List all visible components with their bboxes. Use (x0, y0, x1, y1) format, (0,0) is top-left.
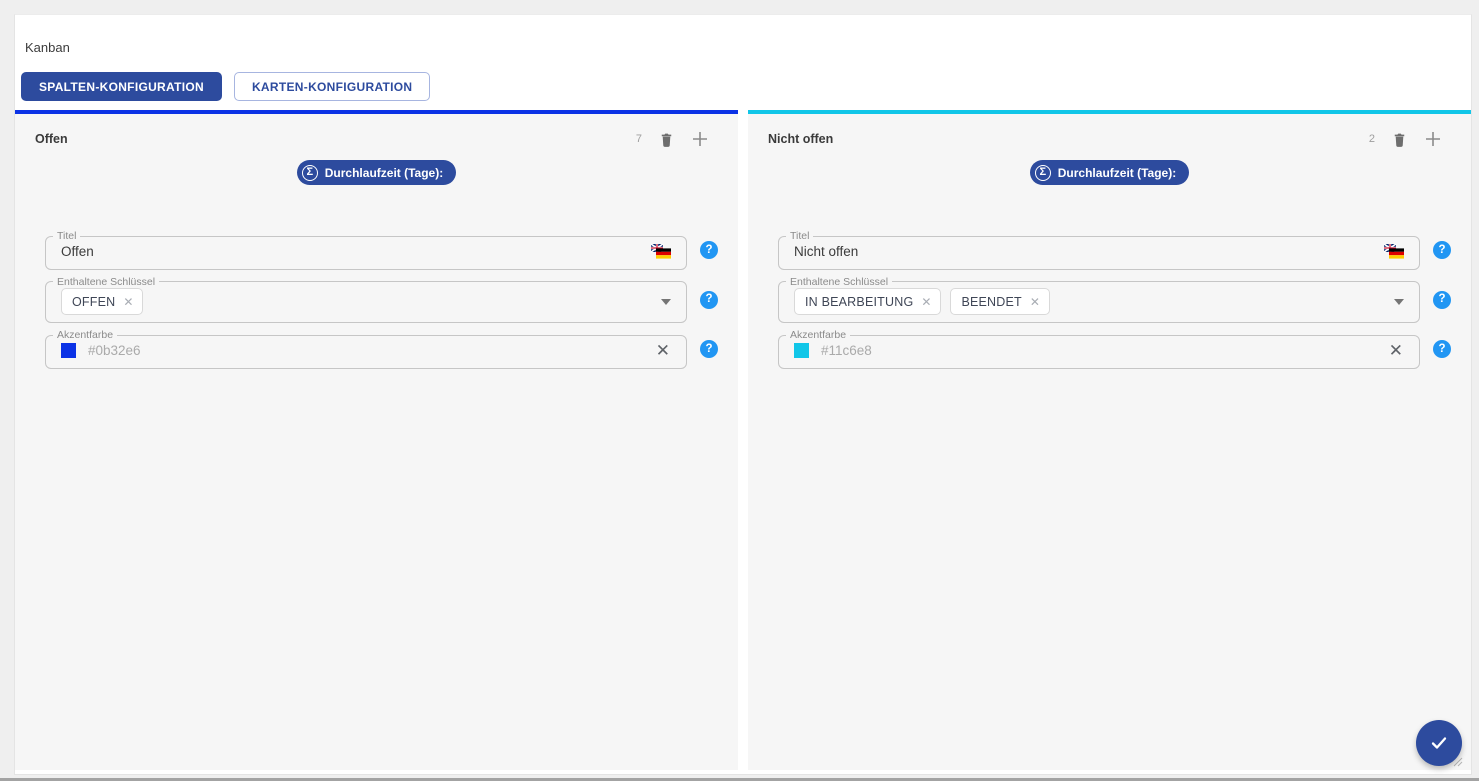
badge-row: Σ Durchlaufzeit (Tage): (15, 160, 738, 185)
delete-column-button[interactable] (654, 127, 678, 151)
akzentfarbe-label: Akzentfarbe (53, 330, 117, 341)
chip-remove-icon[interactable]: ✕ (123, 296, 133, 308)
titel-input[interactable] (794, 244, 1376, 259)
save-fab[interactable] (1416, 720, 1462, 766)
clear-color-icon[interactable]: ✕ (1388, 342, 1404, 359)
akzentfarbe-input[interactable] (821, 343, 1380, 358)
key-chips: IN BEARBEITUNG ✕ BEENDET ✕ (794, 288, 1386, 315)
titel-field[interactable]: Titel (778, 231, 1420, 270)
schluessel-field-row: Enthaltene Schlüssel OFFEN ✕ ? (45, 277, 718, 324)
schluessel-label: Enthaltene Schlüssel (786, 277, 892, 288)
color-swatch[interactable] (794, 343, 809, 358)
schluessel-help-icon[interactable]: ? (1433, 291, 1451, 309)
german-flag-icon[interactable] (651, 244, 671, 259)
cycle-time-badge-label: Durchlaufzeit (Tage): (1058, 166, 1176, 180)
key-chip[interactable]: IN BEARBEITUNG ✕ (794, 288, 941, 315)
plus-icon (690, 129, 710, 149)
chip-label: BEENDET (961, 295, 1021, 309)
chip-remove-icon[interactable]: ✕ (921, 296, 931, 308)
sigma-icon: Σ (302, 165, 318, 181)
schluessel-field[interactable]: Enthaltene Schlüssel OFFEN ✕ (45, 277, 687, 324)
column-count: 7 (636, 133, 642, 145)
akzentfarbe-field-row: Akzentfarbe ✕ ? (45, 330, 718, 369)
akzentfarbe-field[interactable]: Akzentfarbe ✕ (45, 330, 687, 369)
add-column-button[interactable] (688, 127, 712, 151)
column-actions: 2 (1369, 127, 1445, 151)
column-header: Nicht offen 2 (748, 114, 1471, 151)
chip-label: OFFEN (72, 295, 115, 309)
main-panel: Kanban SPALTEN-KONFIGURATION KARTEN-KONF… (14, 14, 1472, 775)
key-chip[interactable]: BEENDET ✕ (950, 288, 1050, 315)
clear-color-icon[interactable]: ✕ (655, 342, 671, 359)
color-swatch[interactable] (61, 343, 76, 358)
tab-spalten-konfiguration[interactable]: SPALTEN-KONFIGURATION (21, 72, 222, 101)
tab-karten-konfiguration[interactable]: KARTEN-KONFIGURATION (234, 72, 430, 101)
titel-help-icon[interactable]: ? (700, 241, 718, 259)
akzentfarbe-help-icon[interactable]: ? (700, 340, 718, 358)
cycle-time-badge: Σ Durchlaufzeit (Tage): (1030, 160, 1189, 185)
schluessel-label: Enthaltene Schlüssel (53, 277, 159, 288)
cycle-time-badge: Σ Durchlaufzeit (Tage): (297, 160, 456, 185)
page-title: Kanban (15, 15, 1471, 54)
sigma-icon: Σ (1035, 165, 1051, 181)
titel-field-row: Titel (778, 231, 1451, 270)
cycle-time-badge-label: Durchlaufzeit (Tage): (325, 166, 443, 180)
kanban-column: Offen 7 Σ Durchlaufzeit (Tage): (15, 110, 738, 770)
akzentfarbe-label: Akzentfarbe (786, 330, 850, 341)
plus-icon (1423, 129, 1443, 149)
badge-row: Σ Durchlaufzeit (Tage): (748, 160, 1471, 185)
column-fields: Titel (748, 185, 1471, 376)
tab-bar: SPALTEN-KONFIGURATION KARTEN-KONFIGURATI… (15, 54, 1471, 101)
key-chip[interactable]: OFFEN ✕ (61, 288, 143, 315)
titel-label: Titel (53, 231, 80, 242)
check-icon (1428, 732, 1450, 754)
columns-container: Offen 7 Σ Durchlaufzeit (Tage): (15, 110, 1471, 770)
chip-label: IN BEARBEITUNG (805, 295, 913, 309)
trash-icon (657, 130, 676, 149)
chevron-down-icon[interactable] (1394, 299, 1404, 305)
titel-field-row: Titel (45, 231, 718, 270)
column-title: Offen (35, 132, 68, 146)
titel-field[interactable]: Titel (45, 231, 687, 270)
titel-input[interactable] (61, 244, 643, 259)
chip-remove-icon[interactable]: ✕ (1030, 296, 1040, 308)
column-fields: Titel (15, 185, 738, 376)
delete-column-button[interactable] (1387, 127, 1411, 151)
schluessel-help-icon[interactable]: ? (700, 291, 718, 309)
schluessel-field[interactable]: Enthaltene Schlüssel IN BEARBEITUNG✕BEEN… (778, 277, 1420, 324)
chevron-down-icon[interactable] (661, 299, 671, 305)
titel-label: Titel (786, 231, 813, 242)
column-header: Offen 7 (15, 114, 738, 151)
column-count: 2 (1369, 133, 1375, 145)
schluessel-field-row: Enthaltene Schlüssel IN BEARBEITUNG✕BEEN… (778, 277, 1451, 324)
akzentfarbe-input[interactable] (88, 343, 647, 358)
column-actions: 7 (636, 127, 712, 151)
column-title: Nicht offen (768, 132, 833, 146)
akzentfarbe-help-icon[interactable]: ? (1433, 340, 1451, 358)
trash-icon (1390, 130, 1409, 149)
akzentfarbe-field[interactable]: Akzentfarbe ✕ (778, 330, 1420, 369)
key-chips: OFFEN ✕ (61, 288, 653, 315)
titel-help-icon[interactable]: ? (1433, 241, 1451, 259)
german-flag-icon[interactable] (1384, 244, 1404, 259)
add-column-button[interactable] (1421, 127, 1445, 151)
kanban-column: Nicht offen 2 Σ Durchlaufzeit (Tage): (748, 110, 1471, 770)
akzentfarbe-field-row: Akzentfarbe ✕ ? (778, 330, 1451, 369)
